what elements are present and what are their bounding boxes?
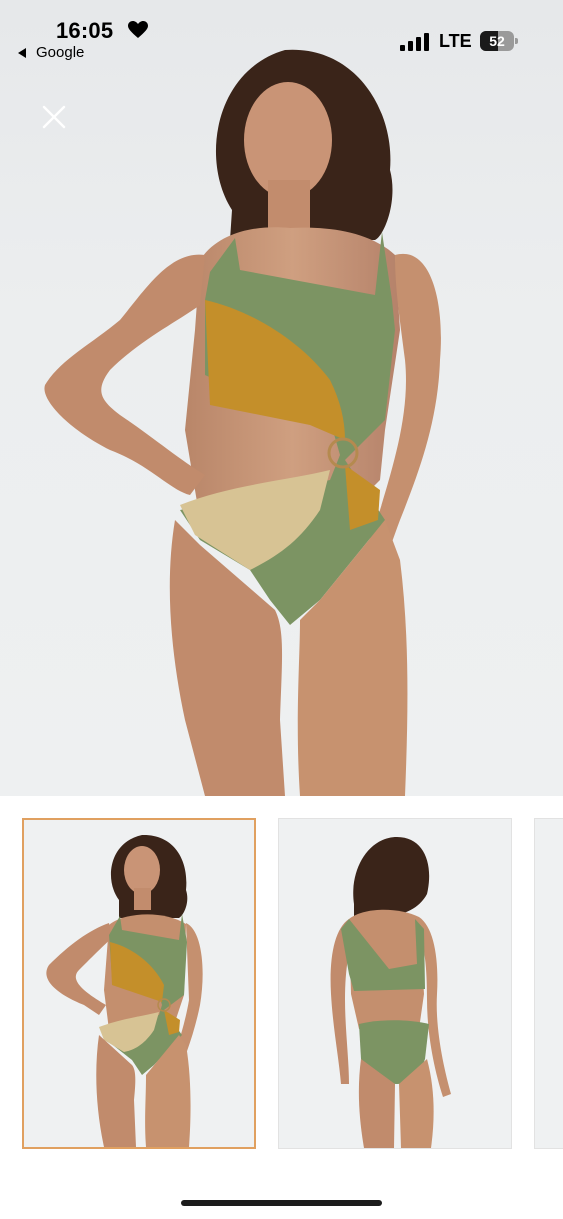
model-swimsuit-front-image bbox=[44, 49, 441, 796]
home-indicator[interactable] bbox=[181, 1200, 382, 1206]
battery-level: 52 bbox=[489, 33, 505, 49]
product-main-image[interactable] bbox=[0, 0, 563, 796]
signal-icon bbox=[400, 33, 429, 51]
thumbnail-next-partial[interactable] bbox=[534, 818, 563, 1149]
thumbnail-front-selected[interactable] bbox=[22, 818, 256, 1149]
status-bar: 16:05 Google LTE 52 bbox=[0, 0, 563, 70]
thumbnail-front-image bbox=[46, 834, 203, 1147]
thumbnail-back[interactable] bbox=[278, 818, 512, 1149]
battery-icon: 52 bbox=[480, 31, 518, 51]
back-to-google-link[interactable]: Google bbox=[18, 44, 84, 61]
thumbnail-strip bbox=[0, 796, 563, 1166]
thumbnail-back-image bbox=[330, 837, 451, 1148]
close-icon[interactable] bbox=[38, 101, 70, 133]
heart-icon bbox=[128, 21, 148, 38]
network-type: LTE bbox=[439, 31, 472, 51]
back-link-label: Google bbox=[36, 44, 85, 61]
back-arrow-icon bbox=[18, 47, 26, 58]
status-time: 16:05 bbox=[56, 18, 114, 43]
